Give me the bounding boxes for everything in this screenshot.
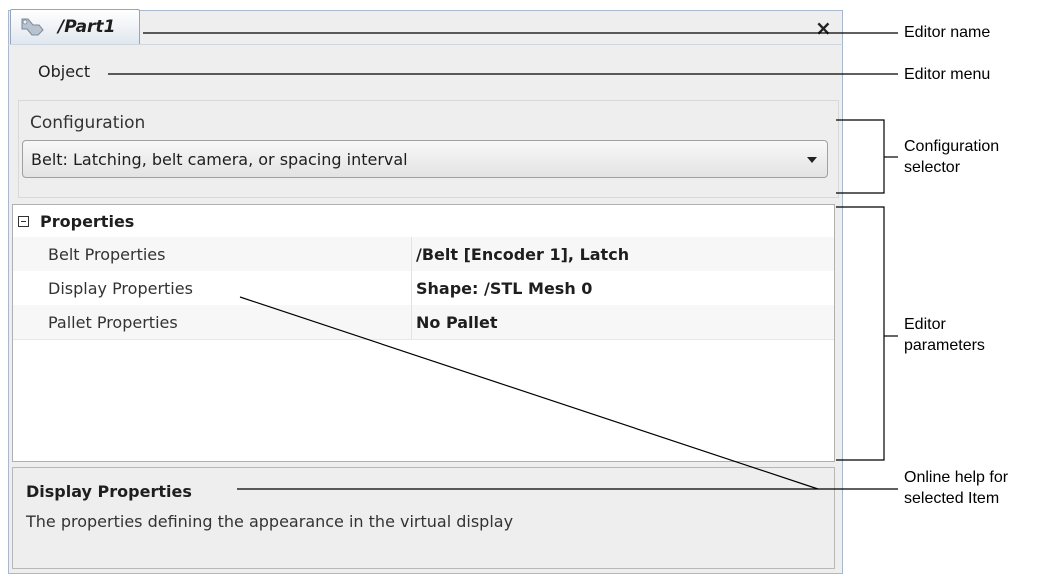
callout-config-selector-line1: Configuration: [904, 138, 1000, 155]
callout-config-selector-line2: selector: [904, 159, 961, 176]
callout-online-help-line2: selected Item: [904, 490, 1000, 507]
editor-params-bracket: [836, 206, 885, 461]
callout-online-help-line1: Online help for: [904, 469, 1009, 486]
callout-editor-params-line2: parameters: [904, 337, 985, 354]
config-selector-bracket: [836, 119, 885, 194]
callout-editor-menu: Editor menu: [904, 66, 991, 83]
callout-editor-name: Editor name: [904, 24, 991, 41]
callout-lines: [108, 32, 898, 490]
display-properties-pointer: [239, 296, 819, 490]
callout-editor-params-line1: Editor: [904, 316, 946, 333]
